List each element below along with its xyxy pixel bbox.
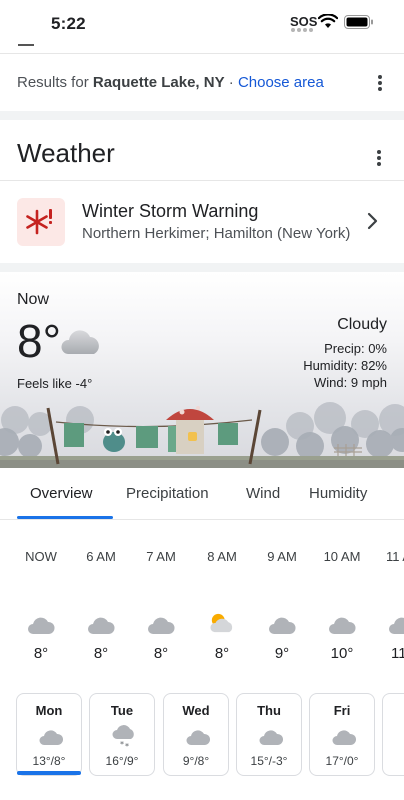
day-card-mon[interactable]: Mon 13°/8° (16, 693, 82, 776)
hour-label: 11 A (386, 549, 404, 564)
cloud-icon (28, 617, 55, 634)
header-stub (18, 44, 34, 46)
status-time: 5:22 (51, 14, 86, 33)
feels-like: Feels like -4° (17, 376, 93, 391)
svg-text:*: * (120, 740, 124, 749)
chevron-right-icon[interactable] (366, 212, 378, 230)
cloud-icon (148, 617, 175, 634)
day-range: 13°/8° (32, 754, 66, 768)
results-location: Raquette Lake, NY (92, 74, 225, 91)
hour-temp: 11 (391, 645, 404, 662)
section-separator (0, 263, 404, 272)
precip: Precip: 0% (324, 341, 387, 356)
day-name: Tue (110, 703, 134, 718)
svg-text:*: * (125, 742, 129, 749)
sos-indicator: SOS (290, 14, 318, 29)
day-card-partial[interactable] (382, 693, 404, 776)
partly-cloudy-icon (210, 613, 233, 633)
day-card-thu[interactable]: Thu 15°/-3° (236, 693, 302, 776)
cloud-icon (88, 617, 115, 634)
hour-temp: 8° (214, 645, 230, 662)
current-temperature: 8° (17, 315, 61, 367)
divider (0, 180, 404, 181)
hour-temp: 8° (33, 645, 49, 662)
day-range: 9°/8° (182, 754, 210, 768)
hour-temp: 8° (153, 645, 169, 662)
results-more-icon[interactable] (378, 75, 382, 93)
day-range: 17°/0° (325, 754, 359, 768)
divider (0, 519, 404, 520)
hour-label: 6 AM (86, 549, 116, 564)
hour-temp: 9° (274, 645, 290, 662)
tab-humidity[interactable]: Humidity (309, 485, 367, 502)
hour-label: 8 AM (207, 549, 237, 564)
weather-illustration (0, 402, 404, 468)
snow-cloud-icon: * * (112, 725, 134, 749)
hour-label: 9 AM (267, 549, 297, 564)
results-prefix: Results for (17, 74, 89, 91)
cloud-icon (269, 617, 296, 634)
wind: Wind: 9 mph (314, 375, 387, 390)
tab-precipitation[interactable]: Precipitation (126, 485, 209, 502)
section-separator (0, 111, 404, 120)
day-range: 15°/-3° (250, 754, 288, 768)
day-card-wed[interactable]: Wed 9°/8° (163, 693, 229, 776)
day-name: Thu (257, 703, 281, 718)
signal-dots (291, 28, 313, 32)
day-name: Mon (35, 703, 63, 718)
weather-more-icon[interactable] (377, 150, 381, 168)
condition: Cloudy (337, 316, 387, 333)
tab-wind[interactable]: Wind (246, 485, 280, 502)
results-separator: · (224, 74, 238, 91)
choose-area-link[interactable]: Choose area (238, 74, 324, 91)
cloud-icon (332, 730, 356, 745)
cloud-icon (259, 730, 283, 745)
wifi-icon (318, 14, 338, 28)
cloud-icon (329, 617, 356, 634)
divider (0, 53, 404, 54)
humidity: Humidity: 82% (303, 358, 387, 373)
cloud-icon (186, 730, 210, 745)
hour-temp: 8° (93, 645, 109, 662)
day-name: Wed (182, 703, 210, 718)
weather-title: Weather (17, 138, 115, 168)
day-range: 16°/9° (105, 754, 139, 768)
battery-icon (344, 15, 373, 29)
tab-overview[interactable]: Overview (30, 485, 93, 502)
cloud-icon (39, 730, 63, 745)
selected-day-indicator (17, 771, 81, 775)
day-card-tue[interactable]: Tue * * 16°/9° (89, 693, 155, 776)
warning-icon-box (17, 198, 65, 246)
warning-subtitle: Northern Herkimer; Hamilton (New York) (82, 225, 351, 242)
day-name: Fri (333, 703, 351, 718)
hour-label: 7 AM (146, 549, 176, 564)
now-label: Now (17, 291, 50, 308)
hour-label: NOW (25, 549, 57, 564)
warning-title: Winter Storm Warning (82, 201, 259, 221)
results-location-row: Results for Raquette Lake, NY · Choose a… (17, 74, 324, 91)
cloud-icon (389, 617, 404, 634)
day-card-fri[interactable]: Fri 17°/0° (309, 693, 375, 776)
snowflake-alert-icon (26, 209, 52, 235)
status-bar: 5:22 SOS (0, 0, 404, 46)
cloud-icon (61, 330, 99, 354)
